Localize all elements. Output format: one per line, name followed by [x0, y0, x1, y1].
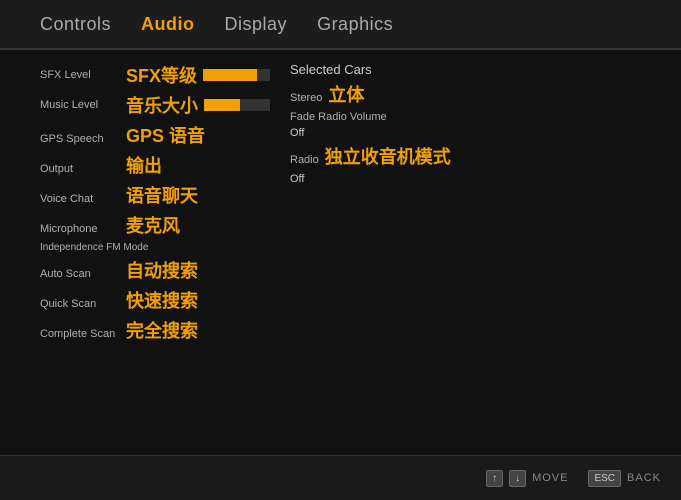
nav-graphics[interactable]: Graphics	[317, 9, 393, 40]
nav-display[interactable]: Display	[225, 9, 288, 40]
gps-speech-row: GPS Speech GPS 语音	[40, 122, 270, 148]
quick-scan-label-en: Quick Scan	[40, 298, 120, 310]
right-column: Selected Cars Stereo 立体 Fade Radio Volum…	[270, 62, 641, 443]
quick-scan-row: Quick Scan 快速搜索	[40, 287, 270, 313]
move-label: MOVE	[532, 472, 568, 484]
selected-cars-row: Selected Cars	[290, 62, 641, 77]
voice-chat-row: Voice Chat 语音聊天	[40, 182, 270, 208]
music-slider[interactable]	[204, 99, 270, 111]
sfx-label-en: SFX Level	[40, 69, 120, 81]
microphone-label-en: Microphone	[40, 223, 120, 235]
nav-bar: Controls Audio Display Graphics	[0, 0, 681, 50]
radio-label-en: Radio	[290, 154, 319, 166]
move-up-key: ↑	[486, 470, 503, 487]
independence-fm-row: Independence FM Mode	[40, 242, 270, 253]
move-hint: ↑ ↓ MOVE	[486, 470, 568, 487]
back-key: ESC	[588, 470, 621, 487]
radio-off-value: Off	[290, 173, 304, 185]
microphone-label-cn: 麦克风	[126, 212, 180, 238]
voice-chat-label-cn: 语音聊天	[126, 182, 198, 208]
fade-off-row: Off	[290, 127, 641, 139]
sfx-slider-fill	[203, 69, 257, 81]
nav-controls[interactable]: Controls	[40, 9, 111, 40]
music-label-cn: 音乐大小	[126, 92, 198, 118]
music-level-row: Music Level 音乐大小	[40, 92, 270, 118]
complete-scan-label-en: Complete Scan	[40, 328, 120, 340]
complete-scan-label-cn: 完全搜索	[126, 317, 198, 343]
microphone-row: Microphone 麦克风	[40, 212, 270, 238]
screen: Controls Audio Display Graphics SFX Leve…	[0, 0, 681, 500]
content-area: SFX Level SFX等级 Music Level 音乐大小 GPS Spe…	[0, 50, 681, 455]
sfx-slider[interactable]	[203, 69, 270, 81]
radio-off-row: Off	[290, 173, 641, 185]
independence-label-en: Independence FM Mode	[40, 242, 148, 253]
complete-scan-row: Complete Scan 完全搜索	[40, 317, 270, 343]
back-label: BACK	[627, 472, 661, 484]
back-hint: ESC BACK	[588, 470, 661, 487]
bottom-bar: ↑ ↓ MOVE ESC BACK	[0, 455, 681, 500]
auto-scan-row: Auto Scan 自动搜索	[40, 257, 270, 283]
stereo-row: Stereo 立体	[290, 81, 641, 107]
stereo-label-cn: 立体	[328, 81, 364, 107]
selected-cars-value: Selected Cars	[290, 62, 372, 77]
output-row: Output 输出	[40, 152, 270, 178]
output-label-en: Output	[40, 163, 120, 175]
radio-row: Radio 独立收音机模式	[290, 143, 641, 169]
music-label-en: Music Level	[40, 99, 120, 111]
auto-scan-label-cn: 自动搜索	[126, 257, 198, 283]
move-down-key: ↓	[509, 470, 526, 487]
gps-label-en: GPS Speech	[40, 133, 120, 145]
quick-scan-label-cn: 快速搜索	[126, 287, 198, 313]
gps-label-cn: GPS 语音	[126, 122, 205, 148]
music-slider-fill	[204, 99, 240, 111]
auto-scan-label-en: Auto Scan	[40, 268, 120, 280]
fade-off-value: Off	[290, 127, 304, 139]
radio-label-cn: 独立收音机模式	[325, 143, 451, 169]
fade-radio-row: Fade Radio Volume	[290, 111, 641, 123]
nav-audio[interactable]: Audio	[141, 9, 195, 40]
stereo-label-en: Stereo	[290, 92, 322, 104]
output-label-cn: 输出	[126, 152, 162, 178]
left-column: SFX Level SFX等级 Music Level 音乐大小 GPS Spe…	[40, 62, 270, 443]
sfx-level-row: SFX Level SFX等级	[40, 62, 270, 88]
voice-chat-label-en: Voice Chat	[40, 193, 120, 205]
fade-radio-label: Fade Radio Volume	[290, 111, 387, 123]
sfx-label-cn: SFX等级	[126, 62, 197, 88]
